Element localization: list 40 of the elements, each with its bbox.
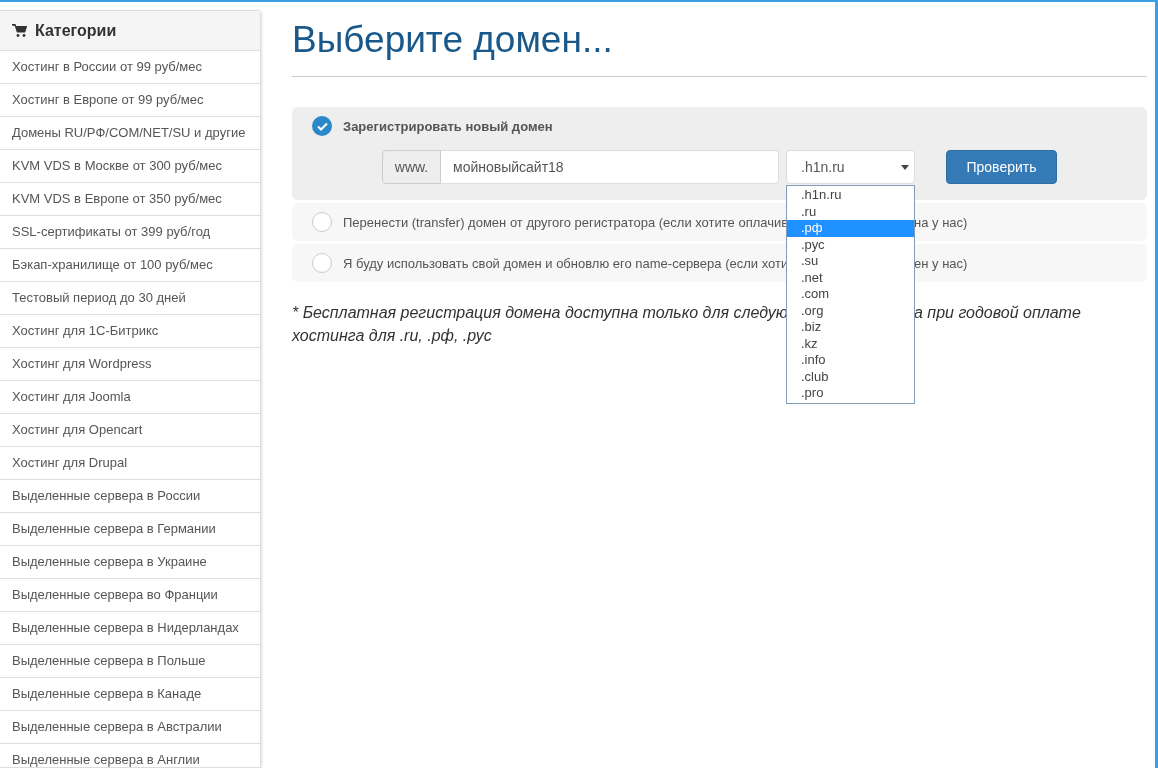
radio-button[interactable] — [312, 116, 332, 136]
sidebar-title: Категории — [35, 21, 117, 40]
category-link[interactable]: SSL-сертификаты от 399 руб/год — [0, 216, 260, 249]
category-link[interactable]: Тестовый период до 30 дней — [0, 282, 260, 315]
category-link[interactable]: Выделенные сервера в Англии — [0, 744, 260, 768]
category-link[interactable]: Бэкап-хранилище от 100 руб/мес — [0, 249, 260, 282]
prefix-label: www. — [382, 150, 441, 184]
category-link[interactable]: Домены RU/РФ/COM/NET/SU и другие — [0, 117, 260, 150]
radio-button[interactable] — [312, 253, 332, 273]
option-label: ен у нас) — [914, 255, 968, 271]
zone-select[interactable]: .h1n.ru — [786, 150, 915, 184]
category-link[interactable]: Хостинг для Wordpress — [0, 348, 260, 381]
radio-button[interactable] — [312, 212, 332, 232]
category-link[interactable]: Хостинг в Европе от 99 руб/мес — [0, 84, 260, 117]
category-link[interactable]: Хостинг для 1С-Битрикс — [0, 315, 260, 348]
note-text: хостинга для .ru, .рф, .рус — [292, 326, 492, 346]
category-link[interactable]: Выделенные сервера во Франции — [0, 579, 260, 612]
category-link[interactable]: Хостинг для Joomla — [0, 381, 260, 414]
category-link[interactable]: Выделенные сервера в Польше — [0, 645, 260, 678]
check-icon — [316, 121, 328, 131]
category-link[interactable]: Хостинг для Opencart — [0, 414, 260, 447]
note-text: а при годовой оплате — [914, 303, 1081, 323]
category-link[interactable]: Выделенные сервера в Украине — [0, 546, 260, 579]
caret-icon — [901, 164, 909, 170]
category-link[interactable]: Выделенные сервера в Австралии — [0, 711, 260, 744]
category-link[interactable]: Выделенные сервера в России — [0, 480, 260, 513]
category-link[interactable]: Выделенные сервера в Германии — [0, 513, 260, 546]
category-link[interactable]: KVM VDS в Европе от 350 руб/мес — [0, 183, 260, 216]
page-title: Выберите домен... — [292, 18, 614, 62]
category-link[interactable]: Выделенные сервера в Нидерландах — [0, 612, 260, 645]
check-button[interactable]: Проверить — [946, 150, 1057, 184]
option-label: Зарегистрировать новый домен — [343, 118, 553, 134]
category-link[interactable]: Выделенные сервера в Канаде — [0, 678, 260, 711]
category-link[interactable]: Хостинг в России от 99 руб/мес — [0, 51, 260, 84]
note-text: * Бесплатная регистрация домена доступна только для следую — [292, 303, 785, 323]
category-link[interactable]: KVM VDS в Москве от 300 руб/мес — [0, 150, 260, 183]
category-link[interactable]: Хостинг для Drupal — [0, 447, 260, 480]
domain-input[interactable]: мойновыйсайт18 — [441, 150, 779, 184]
cart-icon — [12, 24, 27, 37]
option-label: на у нас) — [914, 214, 968, 230]
